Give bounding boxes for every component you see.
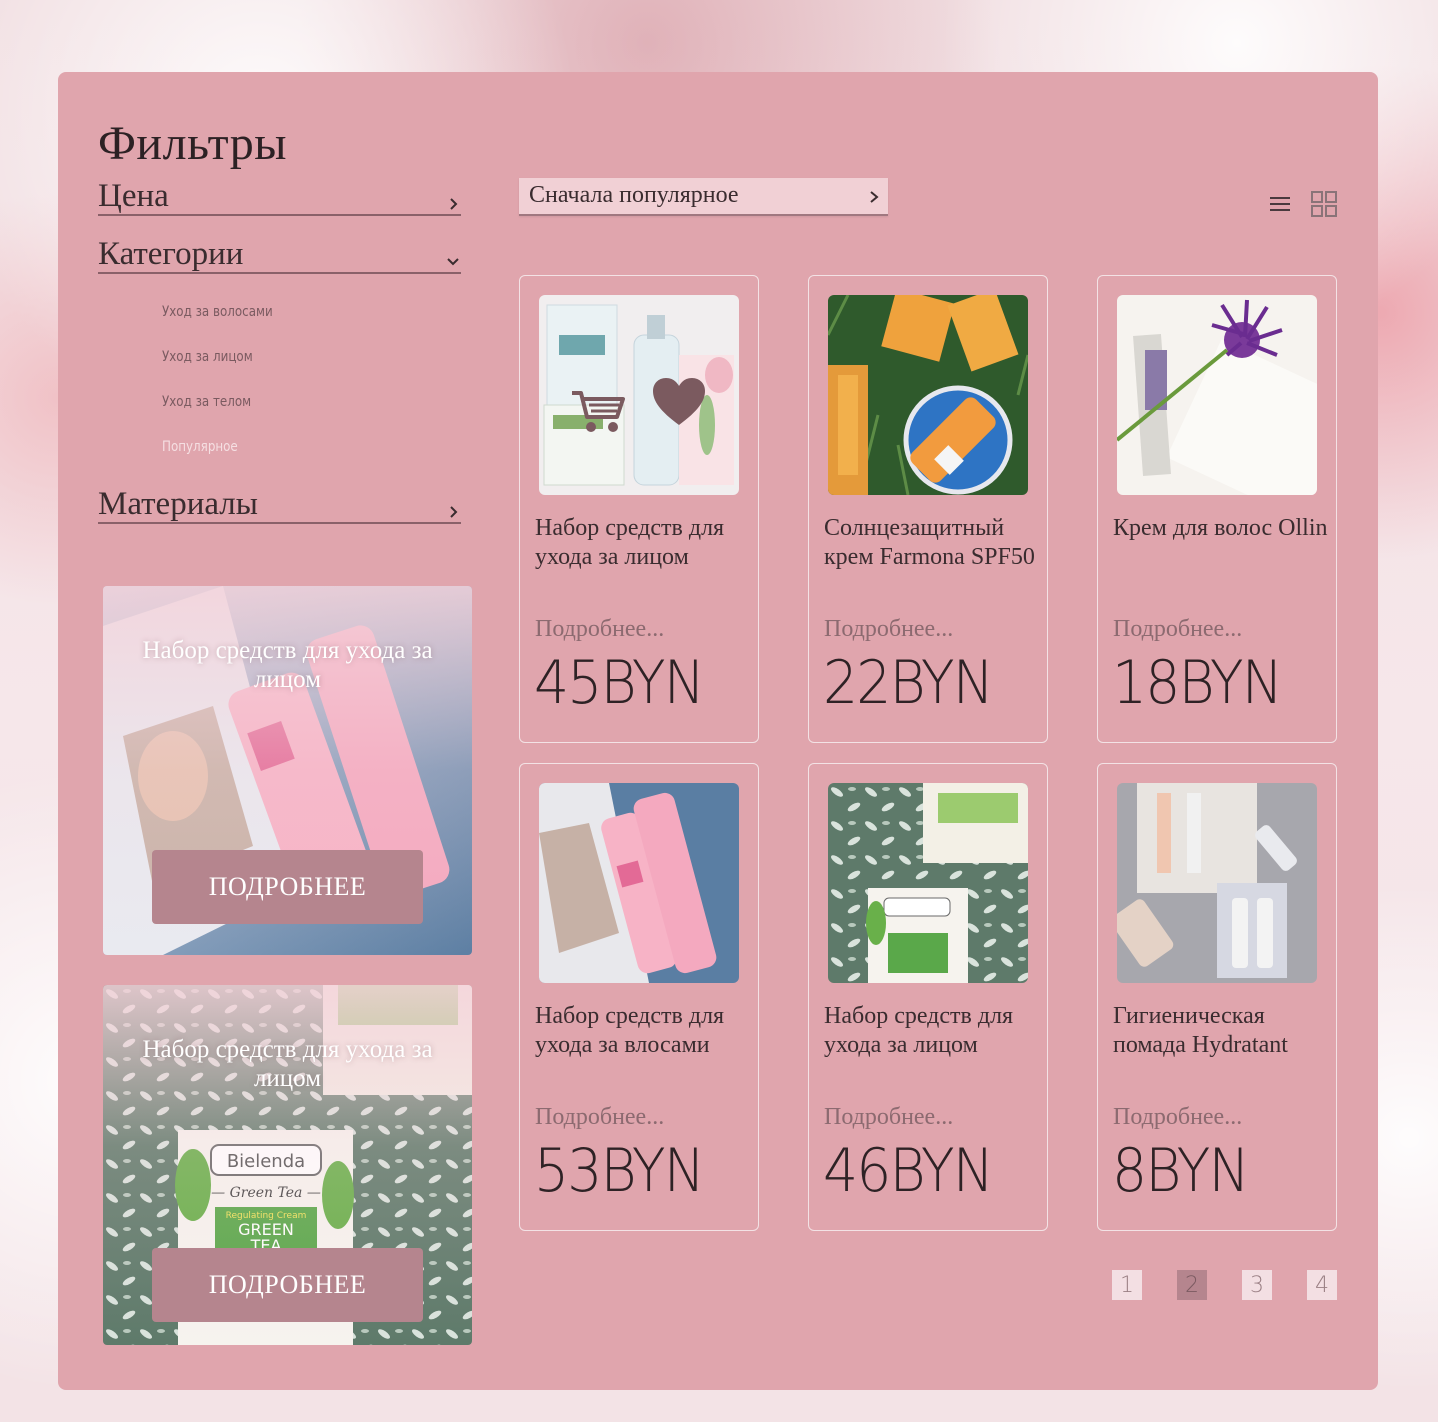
- pagination-page[interactable]: 1: [1112, 1270, 1142, 1300]
- product-price: 8BYN: [1112, 1136, 1250, 1206]
- promo-more-button[interactable]: ПОДРОБНЕЕ: [152, 850, 423, 924]
- category-item-popular[interactable]: Популярное: [162, 439, 238, 455]
- chevron-right-icon: [450, 506, 458, 518]
- product-name: Набор средств для ухода за лицом: [535, 515, 725, 570]
- filter-categories[interactable]: Категории: [98, 236, 461, 274]
- product-more-link[interactable]: Подробнее...: [1113, 1104, 1242, 1131]
- product-more-link[interactable]: Подробнее...: [535, 616, 664, 643]
- chevron-right-icon: [450, 198, 458, 210]
- promo-title: Набор средств для ухода за лицом: [142, 1036, 433, 1092]
- pagination-page[interactable]: 3: [1242, 1270, 1272, 1300]
- product-card[interactable]: Крем для волос Ollin Подробнее... 18BYN: [1097, 275, 1337, 743]
- chevron-down-icon: [447, 258, 459, 266]
- product-price: 18BYN: [1112, 648, 1283, 718]
- product-price: 46BYN: [823, 1136, 994, 1206]
- pagination-page-current[interactable]: 2: [1177, 1270, 1207, 1300]
- filter-categories-label: Категории: [98, 236, 244, 272]
- product-price: 53BYN: [534, 1136, 705, 1206]
- product-price: 45BYN: [534, 648, 705, 718]
- sort-dropdown[interactable]: Сначала популярное: [519, 178, 888, 216]
- product-more-link[interactable]: Подробнее...: [1113, 616, 1242, 643]
- list-view-icon[interactable]: [1269, 196, 1291, 212]
- product-name: Крем для волос Ollin: [1113, 515, 1328, 541]
- promo-more-button[interactable]: ПОДРОБНЕЕ: [152, 1248, 423, 1322]
- grid-view-icon[interactable]: [1311, 191, 1337, 217]
- favorite-heart-icon[interactable]: [652, 377, 706, 427]
- sort-label: Сначала популярное: [529, 182, 739, 208]
- product-card[interactable]: Гигиеническая помада Hydratant Подробнее…: [1097, 763, 1337, 1231]
- category-item-body[interactable]: Уход за телом: [162, 394, 251, 410]
- product-name: Набор средств для ухода за лицом: [824, 1003, 1014, 1058]
- filter-materials[interactable]: Материалы: [98, 486, 461, 524]
- product-more-link[interactable]: Подробнее...: [535, 1104, 664, 1131]
- product-price: 22BYN: [823, 648, 994, 718]
- product-image[interactable]: [828, 783, 1028, 983]
- product-name: Набор средств для ухода за влосами: [535, 1003, 725, 1058]
- category-item-face[interactable]: Уход за лицом: [162, 349, 253, 365]
- catalog-panel: Фильтры Цена Категории Уход за волосами …: [58, 72, 1378, 1390]
- add-to-cart-icon[interactable]: [569, 387, 627, 435]
- product-image[interactable]: [1117, 295, 1317, 495]
- product-name: Солнцезащитный крем Farmona SPF50: [824, 515, 1035, 570]
- product-card[interactable]: Набор средств для ухода за влосами Подро…: [519, 763, 759, 1231]
- product-card[interactable]: Набор средств для ухода за лицом Подробн…: [808, 763, 1048, 1231]
- product-more-link[interactable]: Подробнее...: [824, 1104, 953, 1131]
- filter-materials-label: Материалы: [98, 486, 258, 522]
- promo-banner: Bielenda — Green Tea — Regulating Cream …: [103, 985, 472, 1345]
- product-image[interactable]: [539, 295, 739, 495]
- product-image[interactable]: [1117, 783, 1317, 983]
- product-card[interactable]: Солнцезащитный крем Farmona SPF50 Подроб…: [808, 275, 1048, 743]
- product-card[interactable]: Набор средств для ухода за лицом Подробн…: [519, 275, 759, 743]
- product-more-link[interactable]: Подробнее...: [824, 616, 953, 643]
- promo-title: Набор средств для ухода за лицом: [142, 637, 433, 693]
- filter-price-label: Цена: [98, 178, 169, 214]
- pagination-page[interactable]: 4: [1307, 1270, 1337, 1300]
- product-image[interactable]: [539, 783, 739, 983]
- promo-banner: Набор средств для ухода за лицом ПОДРОБН…: [103, 586, 472, 955]
- product-image[interactable]: [828, 295, 1028, 495]
- product-name: Гигиеническая помада Hydratant: [1113, 1003, 1288, 1058]
- category-item-hair[interactable]: Уход за волосами: [162, 304, 273, 320]
- filters-title: Фильтры: [98, 117, 287, 170]
- chevron-right-icon: [870, 191, 879, 203]
- filter-price[interactable]: Цена: [98, 178, 461, 216]
